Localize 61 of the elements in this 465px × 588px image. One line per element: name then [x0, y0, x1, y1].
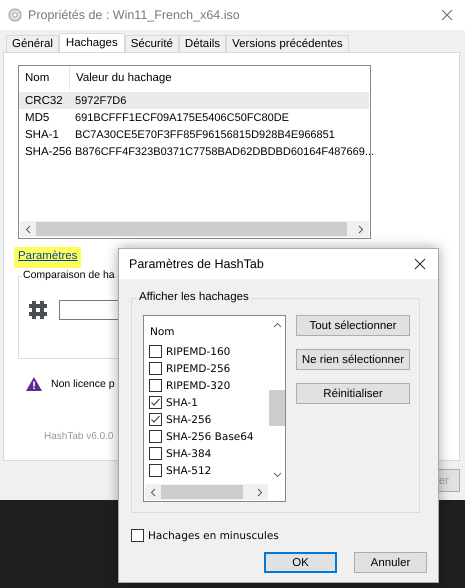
list-item-label: RIPEMD-320 — [166, 380, 230, 392]
horizontal-scrollbar[interactable] — [20, 221, 369, 237]
tab[interactable]: Détails — [178, 35, 226, 52]
table-row[interactable]: MD5 691BCFFF1ECF09A175E5406C50FC80DE — [19, 109, 369, 126]
button[interactable]: Réinitialiser — [296, 383, 410, 404]
checkbox[interactable] — [149, 464, 162, 477]
list-item-label: RIPEMD-256 — [166, 362, 230, 374]
table-cell: 691BCFFF1ECF09A175E5406C50FC80DE — [75, 112, 290, 124]
ok-button[interactable]: OK — [264, 552, 337, 573]
table-cell: BC7A30CE5E70F3FF85F96156815D928B4E966851 — [75, 128, 335, 140]
checkbox[interactable] — [149, 413, 162, 426]
column-header: Nom — [149, 325, 176, 340]
hash-icon — [27, 299, 49, 321]
list-item-label: RIPEMD-160 — [166, 346, 230, 358]
checkbox[interactable] — [149, 447, 162, 460]
list-item-label: SHA-1 — [166, 396, 198, 408]
scroll-up-icon[interactable] — [272, 322, 282, 328]
checkbox[interactable] — [149, 379, 162, 392]
table-row[interactable]: SHA-1 BC7A30CE5E70F3FF85F96156815D928B4E966851 — [19, 126, 369, 143]
list-item-label: SHA-512 — [166, 464, 212, 476]
scroll-thumb[interactable] — [269, 390, 285, 426]
version-label: HashTab v6.0.0 — [44, 431, 114, 442]
list-item-label: SHA-256 Base64 — [166, 430, 254, 442]
list-item-label: SHA-256 — [166, 414, 212, 426]
scroll-down-icon[interactable] — [272, 472, 282, 478]
table-cell: 5972F7D6 — [75, 94, 126, 106]
button[interactable]: Tout sélectionner — [296, 315, 410, 336]
dialog-title: Paramètres de HashTab — [129, 257, 264, 271]
checkbox-label: Hachages en minuscules — [148, 530, 279, 542]
scroll-right-icon[interactable] — [358, 224, 364, 234]
table-cell-text: SHA-1 — [24, 128, 60, 140]
checkbox[interactable] — [131, 529, 144, 542]
group-label: Comparaison de ha — [22, 269, 116, 281]
table-row[interactable]: CRC32 5972F7D6 — [19, 92, 369, 109]
close-icon[interactable] — [414, 258, 426, 270]
license-notice: Non licence p — [51, 378, 115, 390]
checkbox[interactable] — [149, 345, 162, 358]
table-cell-text: MD5 — [24, 112, 50, 124]
tab[interactable]: Hachages — [58, 33, 125, 52]
tab[interactable]: Général — [6, 35, 59, 52]
settings-link[interactable]: Paramètres — [14, 247, 82, 268]
checkbox[interactable] — [149, 396, 162, 409]
group-label: Afficher les hachages — [137, 291, 251, 303]
column-header[interactable]: Nom — [19, 66, 70, 90]
checkbox[interactable] — [149, 362, 162, 375]
scroll-left-icon[interactable] — [150, 488, 156, 496]
horizontal-scrollbar[interactable] — [145, 484, 268, 500]
button[interactable]: Ne rien sélectionner — [296, 349, 410, 370]
table-cell-text: SHA-256 — [24, 146, 73, 158]
column-header[interactable]: Valeur du hachage — [70, 72, 172, 84]
table-cell: B876CFF4F323B0371C7758BAD62DBDBD60164F487669... — [75, 146, 374, 158]
warning-icon — [26, 377, 42, 391]
list-item-label: SHA-384 — [166, 448, 212, 460]
checkbox[interactable] — [149, 430, 162, 443]
tab[interactable]: Versions précédentes — [226, 35, 349, 52]
window-title: Propriétés de : Win11_French_x64.iso — [28, 8, 241, 22]
scroll-left-icon[interactable] — [25, 224, 31, 234]
tab[interactable]: Sécurité — [124, 35, 179, 52]
cancel-button[interactable]: Annuler — [354, 552, 427, 573]
scroll-right-icon[interactable] — [257, 488, 263, 496]
table-cell-text: CRC32 — [24, 94, 64, 106]
